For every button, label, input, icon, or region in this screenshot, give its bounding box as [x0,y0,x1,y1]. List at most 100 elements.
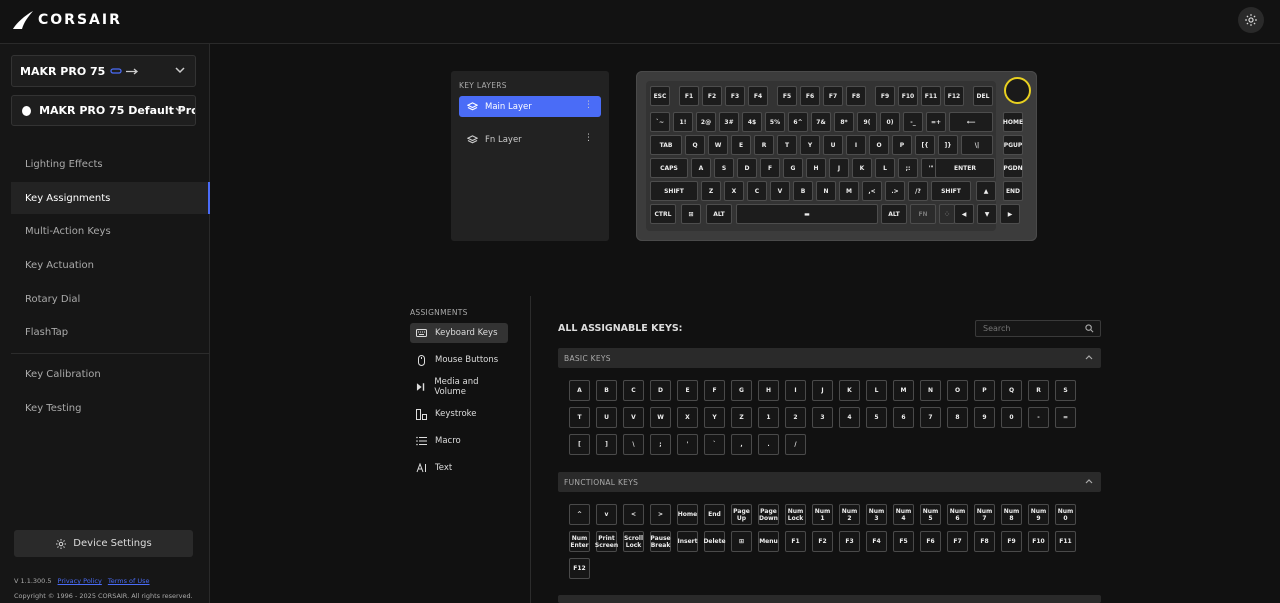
keyboard-key[interactable]: L [875,158,895,178]
keyboard-key[interactable]: C [747,181,767,201]
assignable-key[interactable]: \ [623,434,644,455]
keyboard-key[interactable]: ENTER [935,158,995,178]
assignable-key[interactable]: 1 [758,407,779,428]
assignable-key[interactable]: . [758,434,779,455]
privacy-policy-link[interactable]: Privacy Policy [58,577,102,585]
keyboard-key[interactable]: F1 [679,86,699,106]
keyboard-key[interactable]: \| [961,135,993,155]
keyboard-key[interactable]: FN [910,204,936,224]
keyboard-key[interactable]: K [852,158,872,178]
assignable-key[interactable]: F [704,380,725,401]
assignable-key[interactable]: B [596,380,617,401]
keyboard-key[interactable]: CAPS [650,158,688,178]
assignable-key[interactable]: ' [677,434,698,455]
assign-keystroke[interactable]: Keystroke [410,404,508,424]
keyboard-key[interactable]: D [737,158,757,178]
assignable-key[interactable]: Menu [758,531,779,552]
assignable-key[interactable]: ^ [569,504,590,525]
assignable-key[interactable]: , [731,434,752,455]
assignable-key[interactable]: 0 [1001,407,1022,428]
layer-fn[interactable]: Fn Layer ⋮ [459,129,601,150]
keyboard-key[interactable]: P [892,135,912,155]
more-options-icon[interactable]: ⋮ [584,133,593,143]
keyboard-key[interactable]: I [846,135,866,155]
keyboard-key[interactable]: HOME [1003,112,1023,132]
assignable-key[interactable]: Pause Break [650,531,671,552]
layer-main[interactable]: Main Layer ⋮ [459,96,601,117]
keyboard-key[interactable]: `~ [650,112,670,132]
keyboard-key[interactable]: F5 [777,86,797,106]
keyboard-key[interactable]: F6 [800,86,820,106]
assignable-key[interactable]: Insert [677,531,698,552]
keyboard-key[interactable]: 5% [765,112,785,132]
assignable-key[interactable]: Num Enter [569,531,590,552]
keyboard-key[interactable]: T [777,135,797,155]
assignable-key[interactable]: v [596,504,617,525]
nav-key-actuation[interactable]: Key Actuation [11,249,210,281]
assignable-key[interactable]: T [569,407,590,428]
assignable-key[interactable]: = [1055,407,1076,428]
keyboard-key[interactable]: DEL [973,86,993,106]
keyboard-key[interactable]: ⁘ [939,204,955,224]
assignable-key[interactable]: Num Lock [785,504,806,525]
assignable-key[interactable]: F1 [785,531,806,552]
keyboard-key[interactable]: F [760,158,780,178]
assignable-key[interactable]: F3 [839,531,860,552]
keyboard-key[interactable]: Y [800,135,820,155]
keyboard-key[interactable]: PGDN [1003,158,1023,178]
keyboard-key[interactable]: E [731,135,751,155]
device-settings-button[interactable]: Device Settings [14,530,193,557]
keyboard-key[interactable]: -_ [903,112,923,132]
assignable-key[interactable]: R [1028,380,1049,401]
keyboard-key[interactable]: ALT [706,204,732,224]
keyboard-key[interactable]: ▼ [977,204,997,224]
assignable-key[interactable]: Num 0 [1055,504,1076,525]
keyboard-key[interactable]: 7& [811,112,831,132]
assignable-key[interactable]: X [677,407,698,428]
assignable-key[interactable]: J [812,380,833,401]
assignable-key[interactable]: F12 [569,558,590,579]
keyboard-key[interactable]: M [839,181,859,201]
assignable-key[interactable]: F10 [1028,531,1049,552]
keyboard-key[interactable]: TAB [650,135,682,155]
assignable-key[interactable]: 8 [947,407,968,428]
terms-of-use-link[interactable]: Terms of Use [108,577,150,585]
assign-macro[interactable]: Macro [410,431,508,451]
functional-keys-header[interactable]: FUNCTIONAL KEYS [558,472,1101,492]
keyboard-key[interactable]: 4$ [742,112,762,132]
assignable-key[interactable]: A [569,380,590,401]
profile-dropdown[interactable]: MAKR PRO 75 Default Pro... [11,95,196,126]
assignable-key[interactable]: End [704,504,725,525]
keyboard-key[interactable]: /? [908,181,928,201]
assignable-key[interactable]: Scroll Lock [623,531,644,552]
assignable-key[interactable]: O [947,380,968,401]
assign-media-volume[interactable]: Media and Volume [410,377,508,397]
keyboard-key[interactable]: END [1003,181,1023,201]
keyboard-key[interactable]: B [793,181,813,201]
assignable-key[interactable]: M [893,380,914,401]
keyboard-key[interactable]: ▲ [976,181,996,201]
assignable-key[interactable]: S [1055,380,1076,401]
assignable-key[interactable]: Num 5 [920,504,941,525]
assignable-key[interactable]: ` [704,434,725,455]
assignable-key[interactable]: F2 [812,531,833,552]
keyboard-key[interactable]: ESC [650,86,670,106]
keyboard-key[interactable]: PGUP [1003,135,1023,155]
assignable-key[interactable]: 4 [839,407,860,428]
assignable-key[interactable]: F6 [920,531,941,552]
assignable-key[interactable]: F11 [1055,531,1076,552]
assignable-key[interactable]: C [623,380,644,401]
assignable-key[interactable]: Home [677,504,698,525]
assignable-key[interactable]: / [785,434,806,455]
keyboard-key[interactable]: ⟵ [949,112,993,132]
assignable-key[interactable]: Print Screen [595,531,618,552]
nav-flashtap[interactable]: FlashTap [11,316,210,348]
search-input[interactable] [975,320,1101,337]
keyboard-key[interactable]: J [829,158,849,178]
keyboard-key[interactable]: F10 [898,86,918,106]
assignable-key[interactable]: Delete [703,531,726,552]
assignable-key[interactable]: Y [704,407,725,428]
assignable-key[interactable]: K [839,380,860,401]
keyboard-key[interactable]: 0) [880,112,900,132]
assignable-key[interactable]: 5 [866,407,887,428]
